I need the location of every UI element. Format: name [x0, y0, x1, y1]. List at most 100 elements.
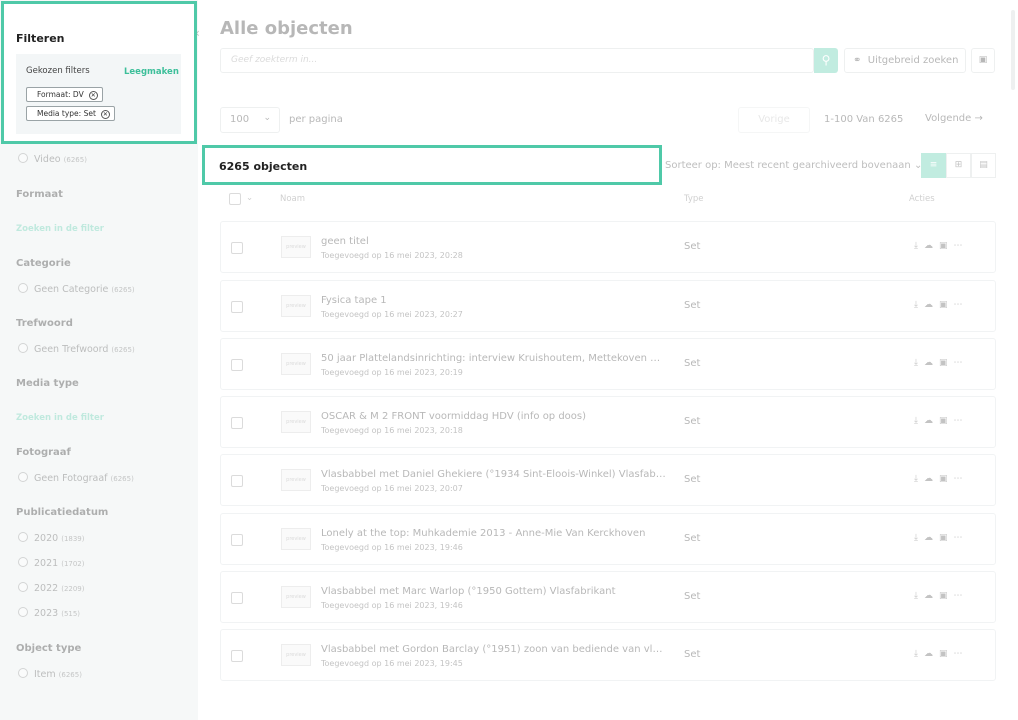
save-icon[interactable]: ▣: [939, 300, 954, 310]
table-row[interactable]: preview Vlasbabbel met Gordon Barclay (°1…: [220, 629, 996, 681]
sort-dropdown[interactable]: Sorteer op: Meest recent gearchiveerd bo…: [665, 160, 922, 171]
advanced-search-button[interactable]: ⚭ Uitgebreid zoeken: [844, 48, 966, 73]
clear-filters-link[interactable]: Leegmaken: [124, 67, 179, 77]
cloud-icon[interactable]: ☁: [924, 241, 939, 251]
table-row[interactable]: preview Lonely at the top: Muhkademie 201…: [220, 513, 996, 565]
per-page-select[interactable]: 100 ⌄: [220, 107, 280, 133]
row-checkbox[interactable]: [231, 650, 243, 662]
search-input[interactable]: Geef zoekterm in...: [220, 48, 814, 73]
radio-icon: [18, 582, 28, 592]
table-row[interactable]: preview Vlasbabbel met Daniel Ghekiere (°…: [220, 454, 996, 506]
filter-chip-formaat[interactable]: Formaat: DV ✕: [26, 87, 103, 102]
filter-option-video[interactable]: Video (6265): [18, 153, 87, 165]
row-checkbox[interactable]: [231, 417, 243, 429]
more-icon[interactable]: ⋯: [954, 241, 969, 251]
save-icon[interactable]: ▣: [939, 241, 954, 251]
mediatype-filter-search[interactable]: Zoeken in de filter: [16, 413, 104, 423]
download-icon[interactable]: ⤓: [914, 300, 924, 310]
save-icon[interactable]: ▣: [939, 533, 954, 543]
filter-chip-mediatype[interactable]: Media type: Set ✕: [26, 106, 115, 121]
row-checkbox[interactable]: [231, 301, 243, 313]
more-icon[interactable]: ⋯: [954, 474, 969, 484]
save-icon[interactable]: ▣: [939, 358, 954, 368]
cloud-icon[interactable]: ☁: [924, 358, 939, 368]
row-name[interactable]: Fysica tape 1: [321, 295, 387, 306]
chevron-down-icon: ⌄: [263, 113, 271, 123]
download-icon[interactable]: ⤓: [914, 649, 924, 659]
download-icon[interactable]: ⤓: [914, 416, 924, 426]
row-name[interactable]: Vlasbabbel met Gordon Barclay (°1951) zo…: [321, 644, 666, 655]
section-title-formaat: Formaat: [16, 189, 63, 200]
row-name[interactable]: OSCAR & M 2 FRONT voormiddag HDV (info o…: [321, 411, 586, 422]
grid-view-button[interactable]: ⊞: [946, 153, 971, 178]
next-page-button[interactable]: Volgende →: [925, 113, 983, 124]
gallery-view-icon: ▤: [979, 160, 988, 170]
cloud-icon[interactable]: ☁: [924, 474, 939, 484]
scrollbar[interactable]: [1011, 10, 1015, 90]
row-checkbox[interactable]: [231, 592, 243, 604]
select-all-checkbox[interactable]: [229, 193, 241, 205]
cloud-icon[interactable]: ☁: [924, 533, 939, 543]
chevron-down-icon[interactable]: ⌄: [246, 193, 253, 203]
more-icon[interactable]: ⋯: [954, 416, 969, 426]
row-checkbox[interactable]: [231, 242, 243, 254]
row-name[interactable]: 50 jaar Plattelandsinrichting: interview…: [321, 353, 666, 364]
table-row[interactable]: preview geen titel Toegevoegd op 16 mei 20…: [220, 221, 996, 273]
table-row[interactable]: preview OSCAR & M 2 FRONT voormiddag HDV …: [220, 396, 996, 448]
cloud-icon[interactable]: ☁: [924, 300, 939, 310]
table-row[interactable]: preview Vlasbabbel met Marc Warlop (°1950…: [220, 571, 996, 623]
radio-icon: [18, 283, 28, 293]
filter-option-2022[interactable]: 2022 (2209): [18, 582, 85, 594]
save-icon[interactable]: ▣: [939, 591, 954, 601]
row-checkbox[interactable]: [231, 475, 243, 487]
download-icon[interactable]: ⤓: [914, 358, 924, 368]
more-icon[interactable]: ⋯: [954, 358, 969, 368]
download-icon[interactable]: ⤓: [914, 474, 924, 484]
row-checkbox[interactable]: [231, 534, 243, 546]
list-view-button[interactable]: ≡: [921, 153, 946, 178]
row-name[interactable]: Lonely at the top: Muhkademie 2013 - Ann…: [321, 528, 645, 539]
formaat-filter-search[interactable]: Zoeken in de filter: [16, 224, 104, 234]
filter-option-2023[interactable]: 2023 (515): [18, 607, 80, 619]
column-header-name: Noam: [280, 194, 306, 204]
radio-icon: [18, 472, 28, 482]
more-icon[interactable]: ⋯: [954, 300, 969, 310]
filter-option-2020[interactable]: 2020 (1839): [18, 532, 85, 544]
row-name[interactable]: Vlasbabbel met Daniel Ghekiere (°1934 Si…: [321, 469, 666, 480]
list-view-icon: ≡: [929, 160, 938, 170]
search-button[interactable]: ⚲: [814, 48, 838, 73]
gallery-view-button[interactable]: ▤: [971, 153, 996, 178]
previous-page-button[interactable]: Vorige: [738, 107, 810, 133]
table-row[interactable]: preview 50 jaar Plattelandsinrichting: in…: [220, 338, 996, 390]
row-actions: ⤓☁▣⋯: [914, 358, 969, 368]
cloud-icon[interactable]: ☁: [924, 649, 939, 659]
filter-option-geen-fotograaf[interactable]: Geen Fotograaf (6265): [18, 472, 134, 484]
row-name[interactable]: Vlasbabbel met Marc Warlop (°1950 Gottem…: [321, 586, 616, 597]
column-header-type: Type: [684, 194, 704, 204]
download-icon[interactable]: ⤓: [914, 533, 924, 543]
more-icon[interactable]: ⋯: [954, 649, 969, 659]
close-circle-icon[interactable]: ✕: [100, 110, 110, 119]
filter-option-geen-trefwoord[interactable]: Geen Trefwoord (6265): [18, 343, 135, 355]
save-icon[interactable]: ▣: [939, 416, 954, 426]
row-actions: ⤓☁▣⋯: [914, 300, 969, 310]
filter-option-item[interactable]: Item (6265): [18, 668, 82, 680]
cloud-icon[interactable]: ☁: [924, 591, 939, 601]
save-icon[interactable]: ▣: [939, 474, 954, 484]
row-name[interactable]: geen titel: [321, 236, 369, 247]
download-icon[interactable]: ⤓: [914, 241, 924, 251]
row-checkbox[interactable]: [231, 359, 243, 371]
more-icon[interactable]: ⋯: [954, 533, 969, 543]
cloud-icon[interactable]: ☁: [924, 416, 939, 426]
filter-option-2021[interactable]: 2021 (1702): [18, 557, 85, 569]
more-icon[interactable]: ⋯: [954, 591, 969, 601]
filter-option-geen-categorie[interactable]: Geen Categorie (6265): [18, 283, 135, 295]
save-icon[interactable]: ▣: [939, 649, 954, 659]
filters-title: Filteren: [16, 32, 65, 45]
row-date: Toegevoegd op 16 mei 2023, 19:46: [321, 601, 463, 610]
row-actions: ⤓☁▣⋯: [914, 474, 969, 484]
save-search-button[interactable]: ▣: [971, 48, 995, 73]
download-icon[interactable]: ⤓: [914, 591, 924, 601]
table-row[interactable]: preview Fysica tape 1 Toegevoegd op 16 mei…: [220, 280, 996, 332]
close-circle-icon[interactable]: ✕: [88, 91, 98, 100]
